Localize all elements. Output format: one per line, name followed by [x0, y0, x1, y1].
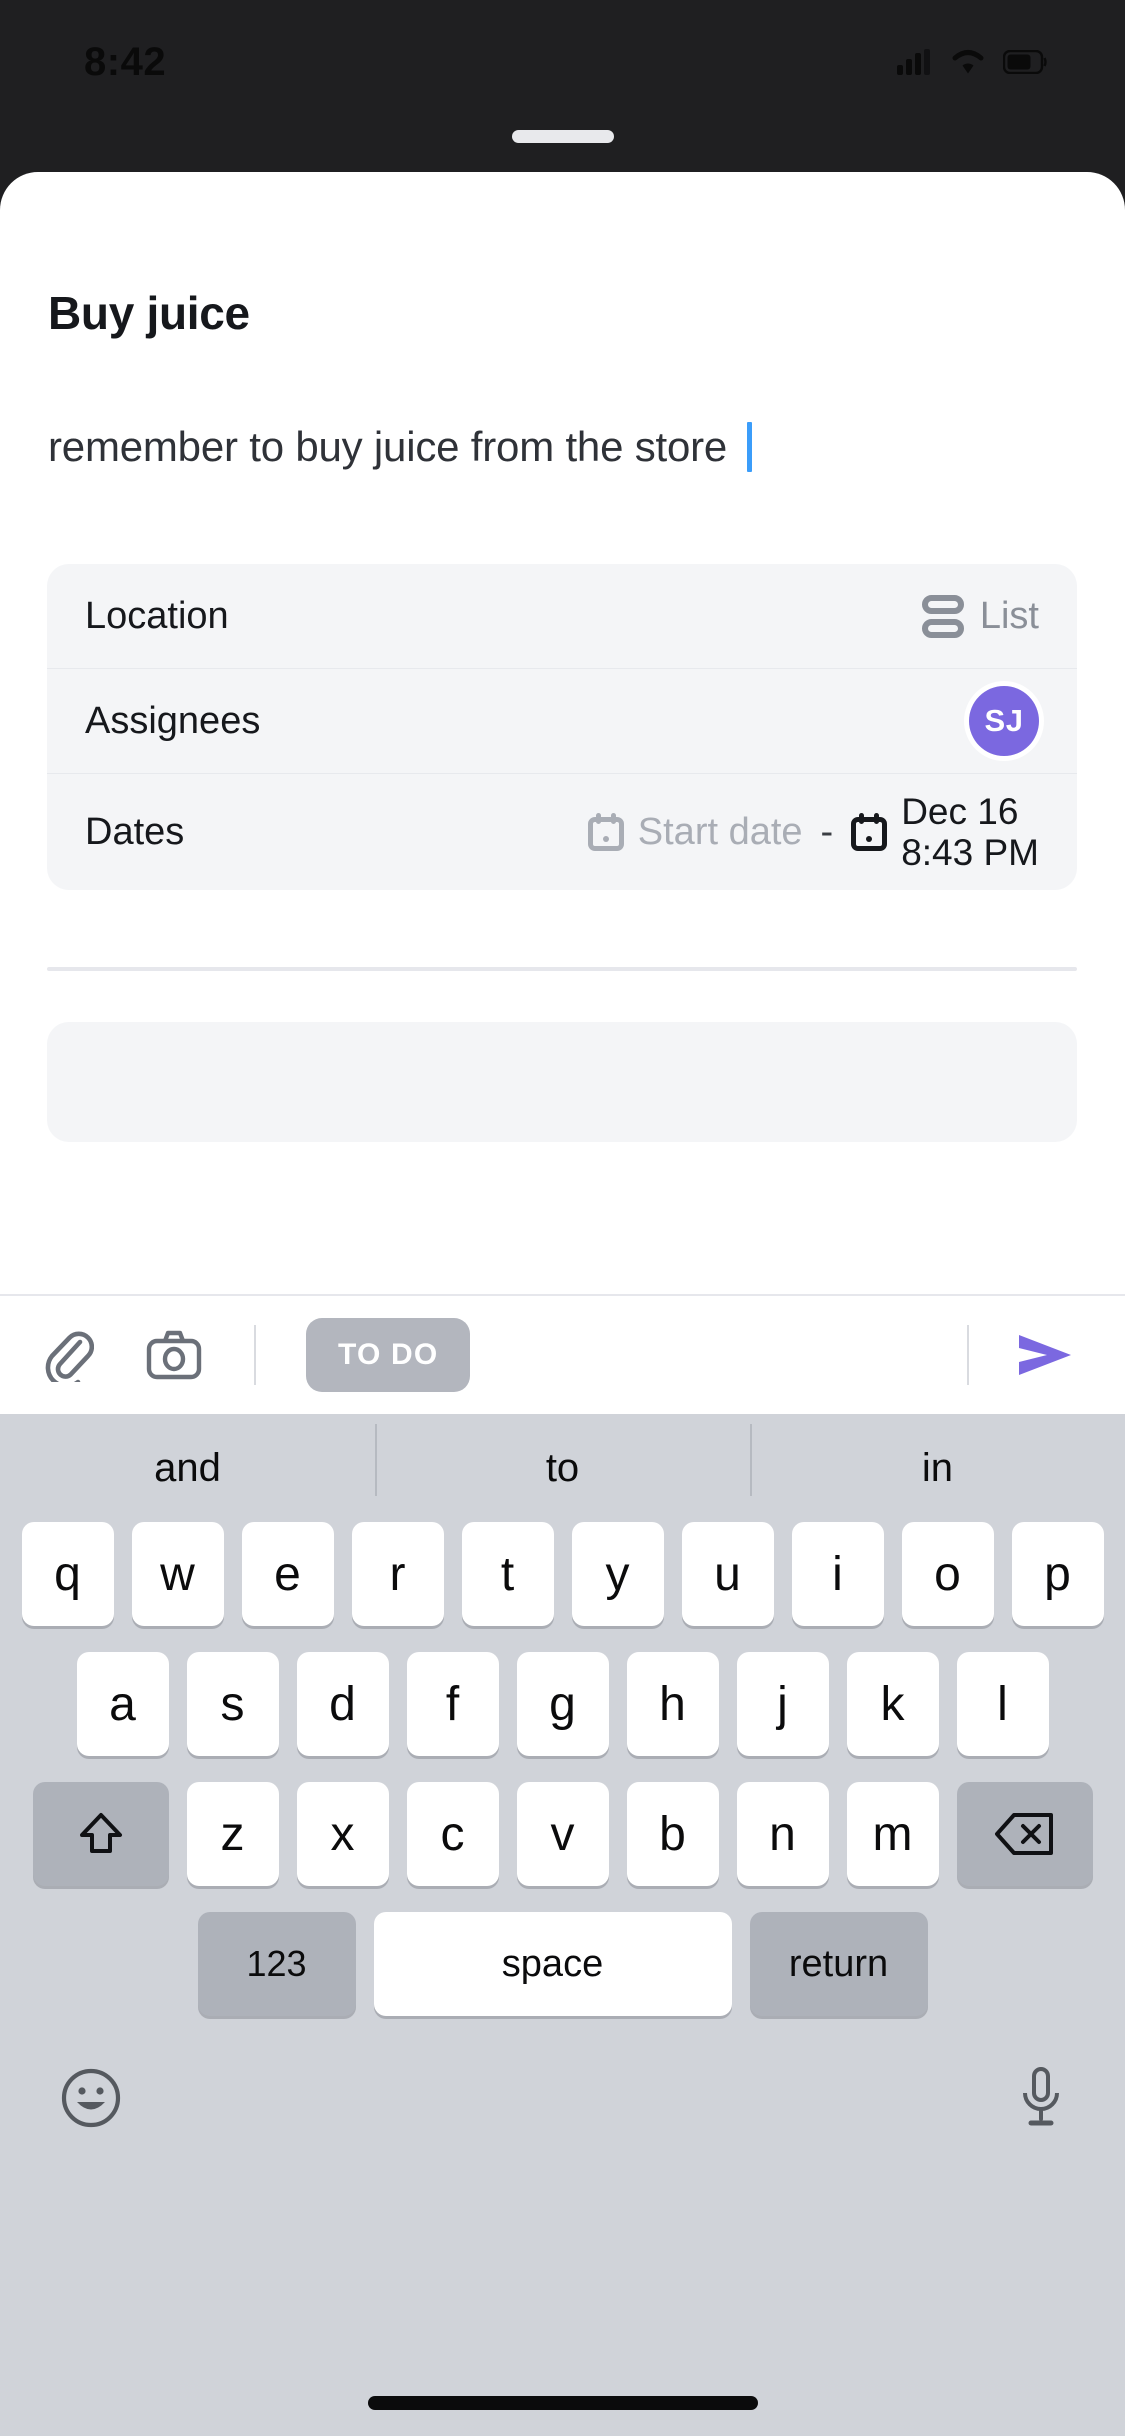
microphone-icon[interactable] — [1017, 2066, 1065, 2130]
key-t[interactable]: t — [461, 1522, 554, 1626]
location-value-text: List — [979, 594, 1039, 637]
task-description-text: remember to buy juice from the store — [48, 423, 728, 470]
keyboard-row-2: a s d f g h j k l — [0, 1652, 1125, 1756]
key-n[interactable]: n — [736, 1782, 829, 1886]
key-v[interactable]: v — [516, 1782, 609, 1886]
autocomplete-suggestions: and to in — [0, 1414, 1125, 1522]
start-date-placeholder: Start date — [637, 810, 803, 853]
suggestion-2[interactable]: in — [750, 1423, 1125, 1496]
list-icon — [921, 594, 964, 638]
key-d[interactable]: d — [296, 1652, 389, 1756]
suggestion-0[interactable]: and — [0, 1446, 375, 1491]
numbers-key[interactable]: 123 — [197, 1912, 356, 2016]
backspace-key[interactable] — [956, 1782, 1093, 1886]
property-row-dates[interactable]: Dates Start date - Dec 16 8:43 PM — [47, 774, 1077, 890]
emoji-icon[interactable] — [60, 2067, 122, 2129]
keyboard-row-1: q w e r t y u i o p — [0, 1522, 1125, 1626]
key-b[interactable]: b — [626, 1782, 719, 1886]
keyboard-bottom-row — [0, 2042, 1125, 2130]
keyboard-row-3: z x c v b n m — [0, 1782, 1125, 1886]
key-x[interactable]: x — [296, 1782, 389, 1886]
sheet-drag-handle[interactable] — [511, 130, 614, 143]
key-a[interactable]: a — [76, 1652, 169, 1756]
section-divider — [47, 967, 1077, 971]
avatar[interactable]: SJ — [969, 686, 1039, 756]
home-indicator — [367, 2396, 758, 2410]
due-date-text: Dec 16 8:43 PM — [901, 791, 1039, 874]
wifi-icon — [952, 50, 984, 74]
task-description-field[interactable]: remember to buy juice from the store — [48, 422, 1077, 472]
status-bar: 8:42 — [0, 0, 1125, 110]
due-date-chip[interactable]: Dec 16 8:43 PM — [851, 791, 1039, 874]
location-label: Location — [85, 594, 229, 637]
on-screen-keyboard: and to in q w e r t y u i o p a s d f g … — [0, 1414, 1125, 2436]
toolbar-divider-left — [254, 1325, 256, 1385]
task-properties-card: Location List Assignees SJ Dates Start d… — [47, 564, 1077, 890]
start-date-chip[interactable]: Start date — [587, 810, 803, 854]
assignees-value[interactable]: SJ — [969, 686, 1039, 756]
key-g[interactable]: g — [516, 1652, 609, 1756]
battery-icon — [1003, 50, 1047, 74]
key-c[interactable]: c — [406, 1782, 499, 1886]
key-p[interactable]: p — [1011, 1522, 1104, 1626]
assignees-label: Assignees — [85, 699, 261, 742]
dates-label: Dates — [85, 810, 185, 853]
due-date-day: Dec 16 — [901, 790, 1019, 832]
text-cursor — [747, 422, 753, 472]
calendar-icon — [587, 813, 624, 851]
key-u[interactable]: u — [681, 1522, 774, 1626]
toolbar-left-icons — [42, 1328, 202, 1382]
shift-icon — [79, 1813, 122, 1853]
key-i[interactable]: i — [791, 1522, 884, 1626]
property-row-assignees[interactable]: Assignees SJ — [47, 669, 1077, 774]
key-e[interactable]: e — [241, 1522, 334, 1626]
key-y[interactable]: y — [571, 1522, 664, 1626]
key-m[interactable]: m — [846, 1782, 939, 1886]
toolbar-right — [967, 1325, 1079, 1385]
cellular-signal-icon — [897, 49, 930, 75]
paperclip-icon[interactable] — [42, 1328, 94, 1382]
key-j[interactable]: j — [736, 1652, 829, 1756]
next-section-card[interactable] — [47, 1022, 1077, 1142]
calendar-icon — [851, 813, 888, 851]
status-badge[interactable]: TO DO — [306, 1318, 471, 1392]
key-o[interactable]: o — [901, 1522, 994, 1626]
due-date-time: 8:43 PM — [901, 832, 1039, 873]
shift-key[interactable] — [32, 1782, 169, 1886]
return-key[interactable]: return — [749, 1912, 928, 2016]
suggestion-1[interactable]: to — [375, 1423, 750, 1496]
send-arrow-icon[interactable] — [1013, 1329, 1079, 1381]
key-s[interactable]: s — [186, 1652, 279, 1756]
composer-toolbar: TO DO — [0, 1294, 1125, 1414]
toolbar-divider-right — [967, 1325, 969, 1385]
key-f[interactable]: f — [406, 1652, 499, 1756]
page-title: Buy juice — [48, 287, 250, 339]
camera-icon[interactable] — [146, 1330, 202, 1380]
key-k[interactable]: k — [846, 1652, 939, 1756]
keyboard-row-4: 123 space return — [0, 1912, 1125, 2016]
backspace-icon — [994, 1813, 1053, 1855]
key-z[interactable]: z — [186, 1782, 279, 1886]
task-detail-sheet: Buy juice remember to buy juice from the… — [0, 172, 1125, 1300]
key-r[interactable]: r — [351, 1522, 444, 1626]
property-row-location[interactable]: Location List — [47, 564, 1077, 669]
date-separator: - — [820, 810, 834, 853]
space-key[interactable]: space — [373, 1912, 732, 2016]
key-q[interactable]: q — [21, 1522, 114, 1626]
key-l[interactable]: l — [956, 1652, 1049, 1756]
location-value[interactable]: List — [921, 594, 1039, 638]
key-w[interactable]: w — [131, 1522, 224, 1626]
status-time: 8:42 — [84, 39, 167, 84]
dates-value[interactable]: Start date - Dec 16 8:43 PM — [587, 791, 1039, 874]
key-h[interactable]: h — [626, 1652, 719, 1756]
status-icons — [897, 49, 1047, 75]
